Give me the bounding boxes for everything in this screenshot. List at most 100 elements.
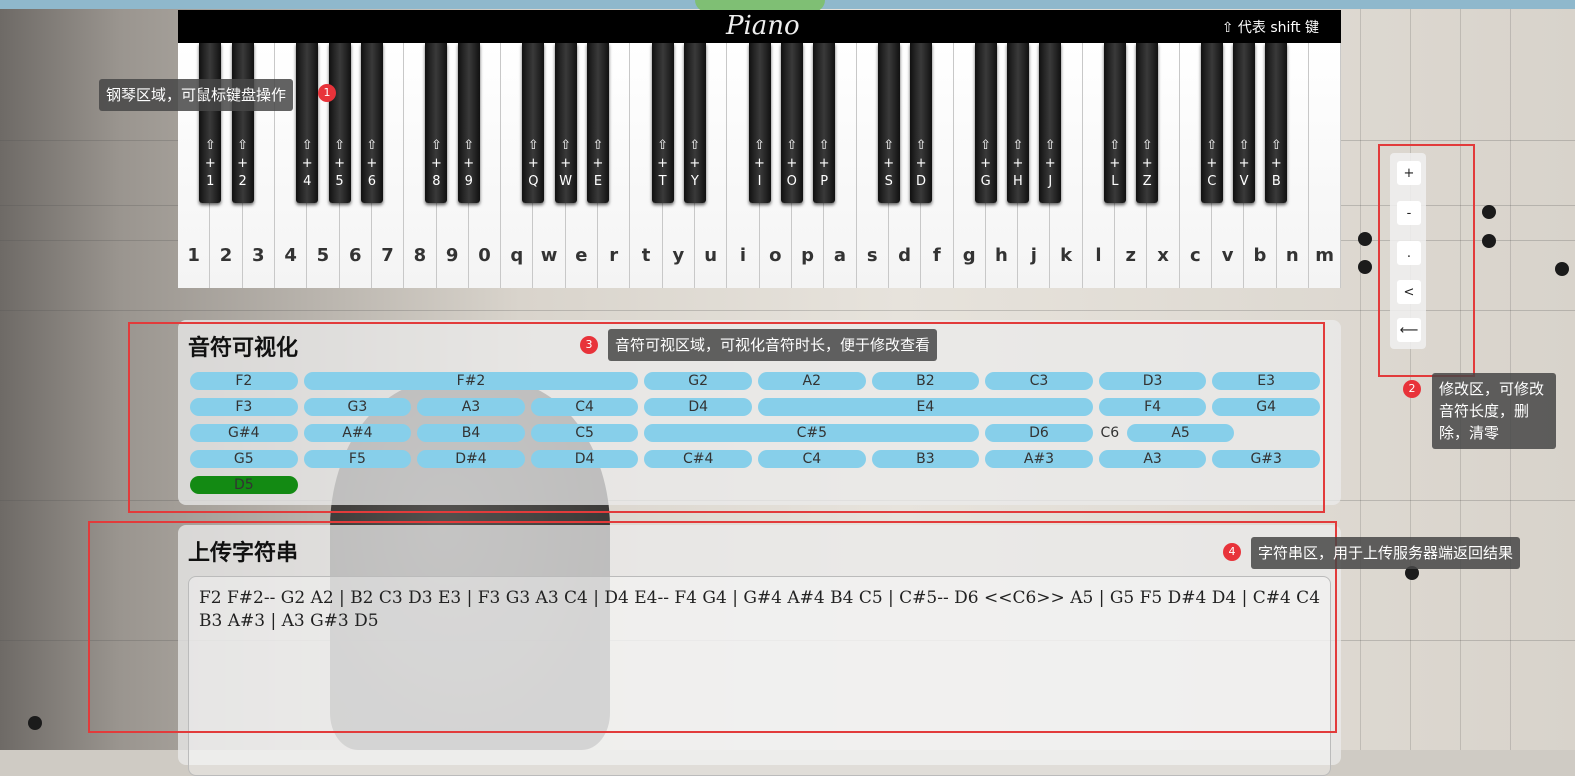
black-key-label: ⇧ + T [657,138,669,189]
black-key[interactable]: ⇧ + T [651,43,674,203]
black-key[interactable]: ⇧ + Y [683,43,706,203]
black-key[interactable]: ⇧ + 6 [360,43,383,203]
white-key-label: c [1190,245,1201,266]
black-key-label: ⇧ + Y [689,138,701,189]
white-key-label: q [510,245,524,266]
black-key-label: ⇧ + 2 [237,138,249,189]
piano-header: Piano ⇧ 代表 shift 键 [178,10,1341,43]
annotation-2-badge: 2 [1403,380,1421,398]
white-key-label: y [672,245,685,266]
white-key-label: v [1221,245,1234,266]
annotation-1-tip: 钢琴区域，可鼠标键盘操作 [99,79,294,111]
white-key-label: m [1315,245,1334,266]
piano-title: Piano [726,11,800,41]
white-key-label: 1 [187,245,200,266]
white-key-label: p [801,245,815,266]
black-key[interactable]: ⇧ + 9 [457,43,480,203]
black-key-label: ⇧ + 9 [463,138,475,189]
black-key[interactable]: ⇧ + W [554,43,577,203]
white-key-label: z [1125,245,1136,266]
white-key-label: s [866,245,878,266]
white-key-label: 6 [348,245,362,266]
black-key-label: ⇧ + C [1206,138,1218,189]
white-key-label: g [962,245,976,266]
black-key-label: ⇧ + H [1012,138,1024,189]
black-key-label: ⇧ + E [592,138,604,189]
white-key-label: r [609,245,619,266]
black-key-label: ⇧ + 4 [301,138,313,189]
black-key[interactable]: ⇧ + P [813,43,836,203]
black-key[interactable]: ⇧ + 2 [231,43,254,203]
black-key-label: ⇧ + Q [527,138,539,189]
black-key-label: ⇧ + L [1109,138,1121,189]
white-key-label: 4 [284,245,297,266]
black-key[interactable]: ⇧ + D [910,43,933,203]
black-key-label: ⇧ + 6 [366,138,378,189]
white-key-label: u [704,245,718,266]
black-key-label: ⇧ + B [1270,138,1282,189]
white-key-label: 5 [316,245,330,266]
black-key-label: ⇧ + S [883,138,895,189]
black-key[interactable]: ⇧ + 1 [199,43,222,203]
annotation-3-badge: 3 [580,336,598,354]
highlight-edit-area [1378,144,1475,377]
white-key[interactable]: m [1308,43,1342,288]
annotation-2-tip: 修改区，可修改音符长度，删除，清零 [1432,373,1556,449]
black-key-label: ⇧ + I [754,138,765,189]
annotation-3-tip: 音符可视区域，可视化音符时长，便于修改查看 [608,329,938,361]
white-key-label: j [1030,245,1037,266]
black-key[interactable]: ⇧ + L [1103,43,1126,203]
white-key-label: d [898,245,911,266]
black-key[interactable]: ⇧ + H [1006,43,1029,203]
black-key-label: ⇧ + P [818,138,830,189]
annotation-1-badge: 1 [318,84,336,102]
black-key[interactable]: ⇧ + O [780,43,803,203]
black-key[interactable]: ⇧ + I [748,43,771,203]
white-key-label: a [833,245,846,266]
white-key-label: 3 [252,245,265,266]
highlight-upload-area [88,521,1337,733]
black-key[interactable]: ⇧ + 8 [425,43,448,203]
white-key-label: n [1285,245,1299,266]
white-key-label: k [1060,245,1073,266]
black-key-label: ⇧ + J [1044,138,1056,189]
black-key[interactable]: ⇧ + J [1039,43,1062,203]
black-key[interactable]: ⇧ + 4 [296,43,319,203]
white-key-label: 9 [445,245,459,266]
white-key-label: e [575,245,588,266]
black-key-label: ⇧ + Z [1141,138,1153,189]
black-key-label: ⇧ + G [980,138,992,189]
black-key-label: ⇧ + O [786,138,798,189]
black-key-label: ⇧ + 1 [204,138,216,189]
black-key[interactable]: ⇧ + V [1233,43,1256,203]
black-key[interactable]: ⇧ + E [586,43,609,203]
white-key-label: 0 [478,245,491,266]
black-key-label: ⇧ + W [559,138,573,189]
black-key[interactable]: ⇧ + S [877,43,900,203]
black-key[interactable]: ⇧ + C [1200,43,1223,203]
black-key-label: ⇧ + 8 [430,138,442,189]
black-key[interactable]: ⇧ + B [1265,43,1288,203]
annotation-4-badge: 4 [1223,543,1241,561]
white-key-label: 7 [381,245,394,266]
white-key-label: h [995,245,1008,266]
white-key-label: w [540,245,558,266]
white-key-label: o [769,245,782,266]
black-key-label: ⇧ + 5 [334,138,345,189]
white-key-label: f [932,245,941,266]
black-key[interactable]: ⇧ + Q [522,43,545,203]
black-key[interactable]: ⇧ + Z [1136,43,1159,203]
white-key-label: i [739,245,747,266]
annotation-4-tip: 字符串区，用于上传服务器端返回结果 [1251,537,1521,569]
white-key-label: b [1253,245,1267,266]
shift-hint: ⇧ 代表 shift 键 [1221,20,1319,36]
white-key-label: 2 [219,245,233,266]
black-key-label: ⇧ + D [915,138,927,189]
black-key-label: ⇧ + V [1238,138,1250,189]
black-key[interactable]: ⇧ + 5 [328,43,351,203]
white-key-label: x [1157,245,1169,266]
white-key-label: t [641,245,651,266]
white-key-label: 8 [413,245,427,266]
piano: Piano ⇧ 代表 shift 键 1234567890qwertyuiopa… [178,10,1342,288]
black-key[interactable]: ⇧ + G [974,43,997,203]
